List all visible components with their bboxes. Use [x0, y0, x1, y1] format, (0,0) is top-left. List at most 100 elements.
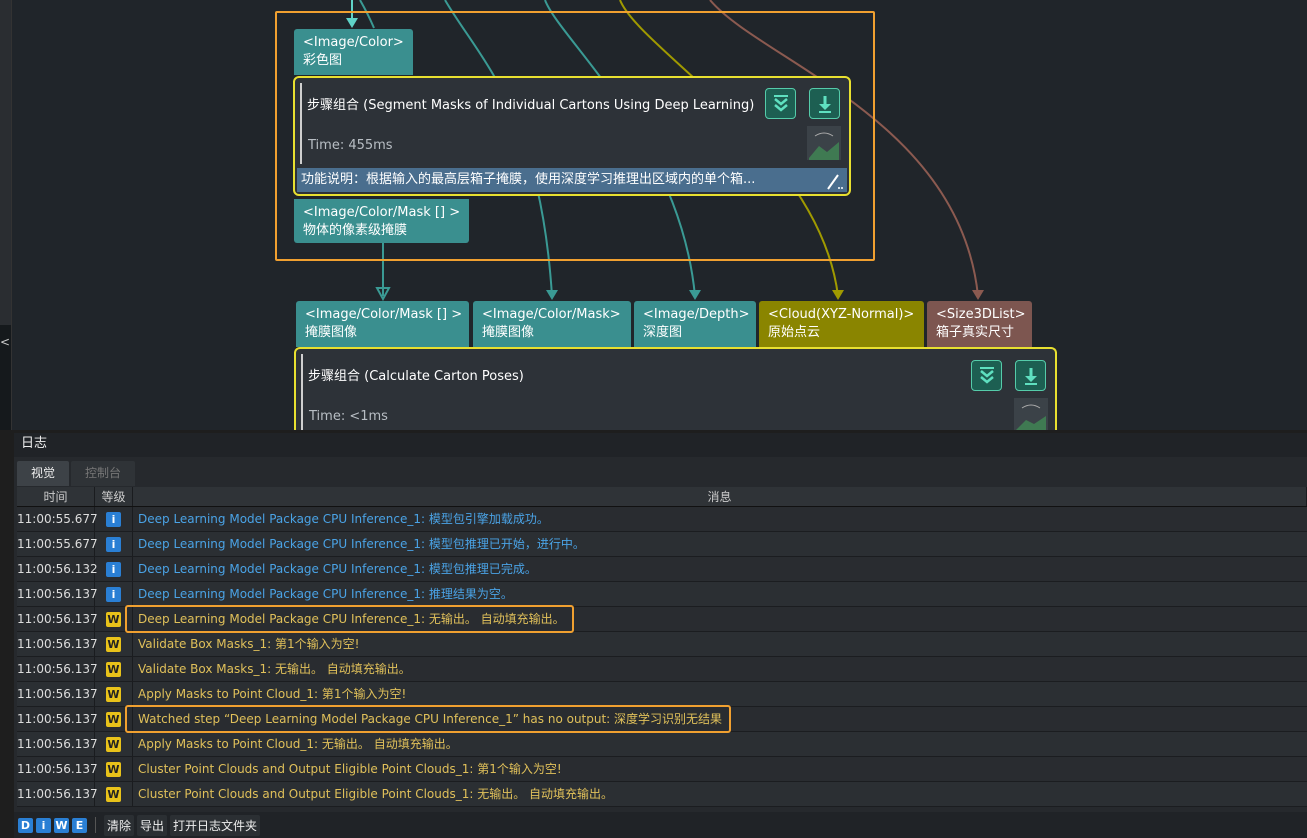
filter-warning-button[interactable]: W	[54, 817, 69, 833]
log-row[interactable]: 11:00:56.137 W Cluster Point Clouds and Ou…	[17, 782, 1307, 807]
log-message: Apply Masks to Point Cloud_1: 无输出。 自动填充输…	[133, 732, 1307, 756]
log-panel: 日志 视觉 控制台 时间 等级 消息 11:00:55.677 i Deep Lea…	[14, 433, 1307, 838]
step-title: 步骤组合 (Segment Masks of Individual Carton…	[307, 98, 755, 113]
log-message: Cluster Point Clouds and Output Eligible…	[133, 757, 1307, 781]
log-time: 11:00:55.677	[17, 532, 98, 556]
step2-port-0[interactable]: <Image/Color/Mask [] > 掩膜图像	[296, 301, 469, 347]
log-level: i	[95, 507, 133, 531]
step2-port-4[interactable]: <Size3DList> 箱子真实尺寸	[927, 301, 1032, 347]
log-time: 11:00:56.137	[17, 657, 98, 681]
log-row[interactable]: 11:00:56.137 i Deep Learning Model Package…	[17, 582, 1307, 607]
open-log-folder-button[interactable]: 打开日志文件夹	[170, 814, 261, 836]
log-time: 11:00:55.677	[17, 507, 98, 531]
expand-step-button[interactable]	[971, 360, 1002, 391]
port-type: <Cloud(XYZ-Normal)>	[768, 307, 915, 322]
filter-debug-button[interactable]: D	[18, 817, 33, 833]
log-row[interactable]: 11:00:56.137 W Watched step “Deep Learning…	[17, 705, 1307, 733]
log-level: W	[95, 682, 133, 706]
log-level: W	[95, 657, 133, 681]
step-segment-masks[interactable]: 步骤组合 (Segment Masks of Individual Carton…	[293, 76, 851, 196]
port-name: 原始点云	[768, 325, 821, 340]
log-message: Deep Learning Model Package CPU Inferenc…	[133, 507, 1307, 531]
log-level: i	[95, 582, 133, 606]
log-level: W	[95, 732, 133, 756]
edit-description-icon[interactable]	[825, 173, 845, 191]
log-row[interactable]: 11:00:56.137 W Validate Box Masks_1: 第1个输入…	[17, 632, 1307, 657]
warning-level-icon: W	[106, 786, 121, 802]
port-name: 掩膜图像	[305, 325, 358, 340]
warning-level-icon: W	[106, 736, 121, 752]
log-message-text: Deep Learning Model Package CPU Inferenc…	[138, 587, 513, 601]
preview-image-icon[interactable]	[1014, 398, 1048, 430]
port-name: 物体的像素级掩膜	[303, 223, 408, 238]
log-message-text: Apply Masks to Point Cloud_1: 无输出。 自动填充输…	[138, 737, 458, 751]
log-row[interactable]: 11:00:56.137 W Cluster Point Clouds and Ou…	[17, 757, 1307, 782]
log-row[interactable]: 11:00:56.137 W Deep Learning Model Package…	[17, 605, 1307, 633]
toolbar-divider	[95, 817, 96, 833]
log-row[interactable]: 11:00:56.132 i Deep Learning Model Package…	[17, 557, 1307, 582]
info-level-icon: i	[106, 536, 121, 552]
output-port-object-masks[interactable]: <Image/Color/Mask [] > 物体的像素级掩膜	[294, 199, 470, 243]
column-header-time[interactable]: 时间	[17, 487, 95, 506]
step-time: Time: <1ms	[309, 409, 388, 424]
input-port-color-image[interactable]: <Image/Color> 彩色图	[294, 29, 413, 75]
log-message: Deep Learning Model Package CPU Inferenc…	[133, 557, 1307, 581]
log-time: 11:00:56.137	[17, 632, 98, 656]
log-level: i	[95, 557, 133, 581]
expand-step-button[interactable]	[765, 88, 796, 119]
step2-port-3[interactable]: <Cloud(XYZ-Normal)> 原始点云	[759, 301, 924, 347]
highlight-box	[125, 605, 574, 633]
clear-log-button[interactable]: 清除	[104, 814, 135, 836]
log-message: Deep Learning Model Package CPU Inferenc…	[133, 582, 1307, 606]
log-rows: 11:00:55.677 i Deep Learning Model Package…	[17, 507, 1307, 807]
highlight-box	[125, 705, 731, 733]
log-level: W	[95, 757, 133, 781]
warning-level-icon: W	[106, 661, 121, 677]
step-time: Time: 455ms	[308, 138, 393, 153]
log-message: Cluster Point Clouds and Output Eligible…	[133, 782, 1307, 806]
log-message: Validate Box Masks_1: 无输出。 自动填充输出。	[133, 657, 1307, 681]
log-message: Apply Masks to Point Cloud_1: 第1个输入为空!	[133, 682, 1307, 706]
filter-info-button[interactable]: i	[36, 817, 51, 833]
step-description: 功能说明：根据输入的最高层箱子掩膜，使用深度学习推理出区域内的单个箱...	[297, 168, 847, 192]
download-step-button[interactable]	[1015, 360, 1046, 391]
warning-level-icon: W	[106, 711, 121, 727]
log-row[interactable]: 11:00:55.677 i Deep Learning Model Package…	[17, 532, 1307, 557]
warning-level-icon: W	[106, 761, 121, 777]
log-row[interactable]: 11:00:55.677 i Deep Learning Model Package…	[17, 507, 1307, 532]
double-chevron-down-icon	[979, 366, 994, 384]
log-message-text: Deep Learning Model Package CPU Inferenc…	[138, 562, 537, 576]
log-message-text: Cluster Point Clouds and Output Eligible…	[138, 762, 562, 776]
log-table: 时间 等级 消息 11:00:55.677 i Deep Learning Mode…	[17, 487, 1307, 807]
download-step-button[interactable]	[809, 88, 840, 119]
port-name: 掩膜图像	[482, 325, 535, 340]
column-header-message[interactable]: 消息	[133, 487, 1307, 506]
log-message-text: Deep Learning Model Package CPU Inferenc…	[138, 537, 585, 551]
log-row[interactable]: 11:00:56.137 W Apply Masks to Point Cloud_…	[17, 732, 1307, 757]
preview-image-icon[interactable]	[807, 126, 841, 160]
filter-error-button[interactable]: E	[72, 817, 87, 833]
column-header-level[interactable]: 等级	[95, 487, 133, 506]
step2-port-1[interactable]: <Image/Color/Mask> 掩膜图像	[473, 301, 631, 347]
log-message-text: Apply Masks to Point Cloud_1: 第1个输入为空!	[138, 687, 407, 701]
tab-console[interactable]: 控制台	[71, 461, 136, 486]
log-message-text: Deep Learning Model Package CPU Inferenc…	[138, 512, 549, 526]
tab-vision[interactable]: 视觉	[17, 461, 70, 486]
log-tabs: 视觉 控制台	[17, 461, 136, 487]
log-message-text: Cluster Point Clouds and Output Eligible…	[138, 787, 614, 801]
log-row[interactable]: 11:00:56.137 W Validate Box Masks_1: 无输出。 …	[17, 657, 1307, 682]
log-row[interactable]: 11:00:56.137 W Apply Masks to Point Cloud_…	[17, 682, 1307, 707]
info-level-icon: i	[106, 586, 121, 602]
log-time: 11:00:56.137	[17, 732, 98, 756]
step-calculate-carton-poses[interactable]: 步骤组合 (Calculate Carton Poses) Time: <1ms	[294, 347, 1057, 430]
step-title: 步骤组合 (Calculate Carton Poses)	[308, 369, 524, 384]
port-name: 深度图	[643, 325, 683, 340]
log-time: 11:00:56.137	[17, 607, 98, 631]
graph-canvas[interactable]: < <Image/Color> 彩色图 步骤组合 (Segment Masks …	[0, 0, 1307, 430]
export-log-button[interactable]: 导出	[137, 814, 168, 836]
step2-port-2[interactable]: <Image/Depth> 深度图	[634, 301, 756, 347]
port-type: <Image/Color/Mask [] >	[303, 205, 461, 220]
log-message-text: Validate Box Masks_1: 第1个输入为空!	[138, 637, 360, 651]
info-level-icon: i	[106, 511, 121, 527]
log-level: i	[95, 532, 133, 556]
